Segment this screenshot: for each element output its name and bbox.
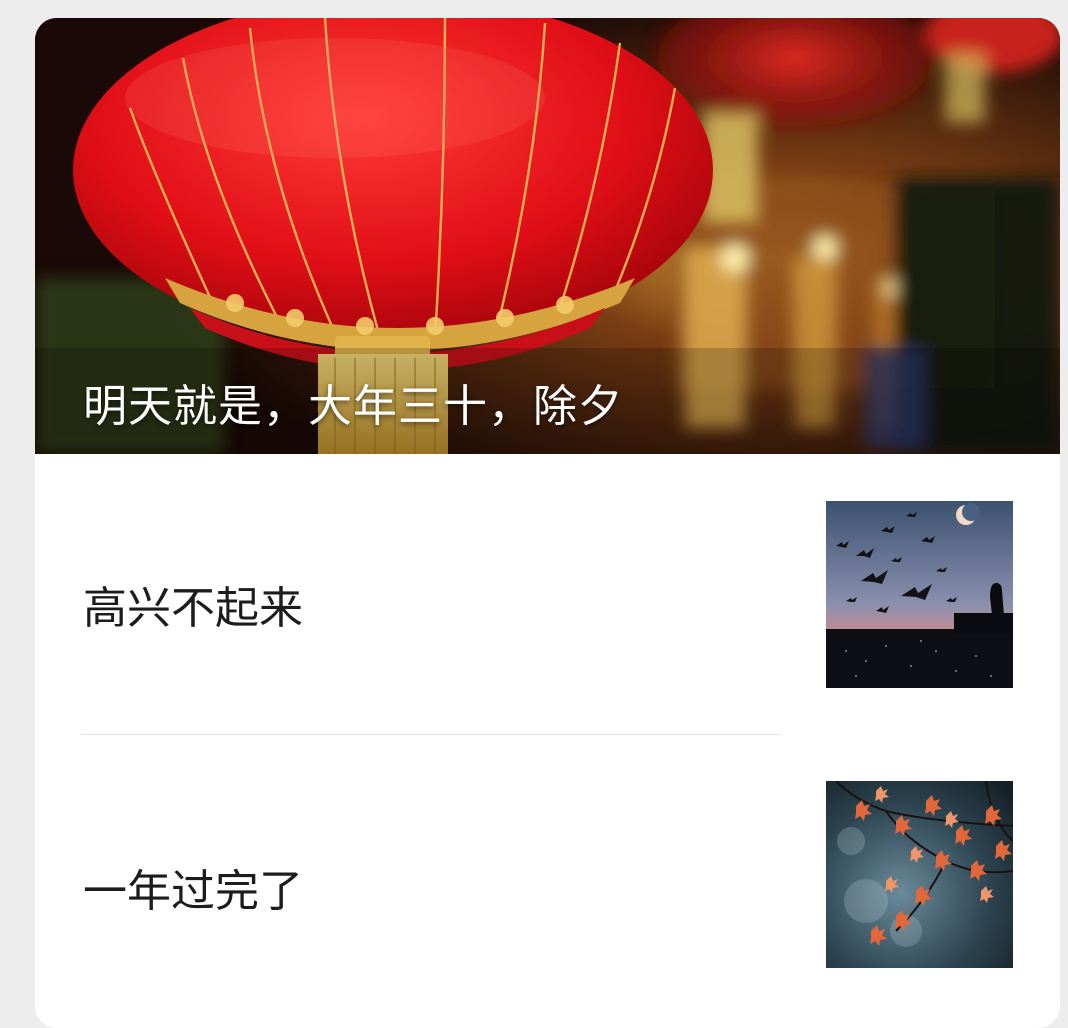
list-item-thumbnail <box>826 781 1013 968</box>
article-card: 明天就是，大年三十，除夕 高兴不起来 一年过完了 <box>35 18 1060 1028</box>
list-item[interactable]: 高兴不起来 <box>35 454 1060 734</box>
list-item-thumbnail <box>826 501 1013 688</box>
list-item[interactable]: 一年过完了 <box>35 735 1060 1015</box>
hero-title: 明天就是，大年三十，除夕 <box>83 381 623 432</box>
list-item-title: 一年过完了 <box>83 866 303 917</box>
list-item-title: 高兴不起来 <box>83 583 303 634</box>
hero-banner[interactable]: 明天就是，大年三十，除夕 <box>35 18 1060 454</box>
birds-moon-silhouette-icon <box>826 501 1013 688</box>
autumn-maple-leaves-icon <box>826 781 1013 968</box>
